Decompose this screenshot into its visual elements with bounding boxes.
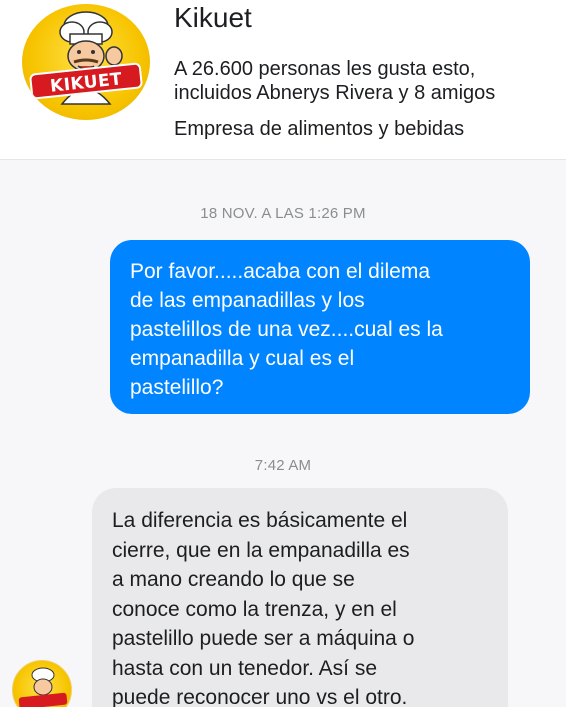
- message-timestamp: 18 NOV. A LAS 1:26 PM: [200, 205, 366, 222]
- message-line: hasta con un tenedor. Así se: [112, 656, 378, 680]
- message-line: de las empanadillas y los: [130, 289, 365, 312]
- message-line: puede reconocer uno vs el otro.: [112, 686, 408, 707]
- sender-avatar[interactable]: [12, 660, 72, 707]
- kikuet-logo[interactable]: KIKUET: [22, 4, 150, 120]
- message-timestamp: 7:42 AM: [254, 457, 312, 474]
- message-line: Por favor.....acaba con el dilema: [130, 260, 430, 283]
- page-category: Empresa de alimentos y bebidas: [174, 118, 465, 140]
- page-info-header: KIKUET Kikuet A 26.600 personas les gust…: [0, 0, 566, 160]
- message-line: a mano creando lo que se: [112, 568, 355, 591]
- message-line: conoce como la trenza, y en el: [112, 597, 397, 621]
- chef-icon: [59, 11, 123, 105]
- message-line: empanadilla y cual es el: [130, 347, 355, 370]
- likes-summary-line-2: incluidos Abnerys Rivera y 8 amigos: [174, 82, 496, 104]
- incoming-message-bubble[interactable]: La diferencia es básicamente el cierre, …: [92, 488, 508, 707]
- outgoing-message-bubble[interactable]: Por favor.....acaba con el dilema de las…: [110, 240, 530, 414]
- message-line: La diferencia es básicamente el: [112, 509, 408, 532]
- message-line: pastelillo puede ser a máquina o: [112, 627, 415, 650]
- message-line: pastelillo?: [130, 376, 224, 399]
- likes-summary-line-1: A 26.600 personas les gusta esto,: [174, 58, 476, 80]
- message-line: cierre, que en la empanadilla es: [112, 538, 410, 562]
- messenger-conversation: KIKUET Kikuet A 26.600 personas les gust…: [0, 0, 566, 707]
- page-title[interactable]: Kikuet: [174, 2, 252, 34]
- message-line: pastelillos de una vez....cual es la: [130, 318, 443, 341]
